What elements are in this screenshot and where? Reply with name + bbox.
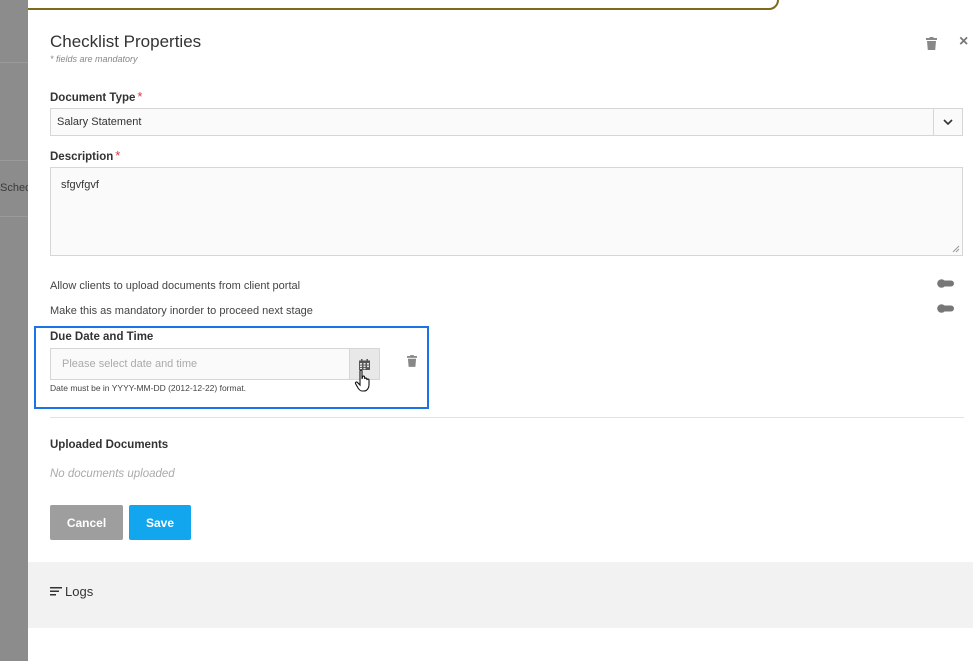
description-textarea[interactable]: sfgvfgvf — [50, 167, 963, 256]
background-divider — [0, 160, 28, 161]
required-asterisk: * — [115, 148, 121, 163]
checklist-properties-panel: Checklist Properties * fields are mandat… — [28, 11, 973, 661]
cancel-button[interactable]: Cancel — [50, 505, 123, 540]
due-date-placeholder: Please select date and time — [62, 358, 198, 370]
trash-icon — [926, 37, 937, 50]
description-value: sfgvfgvf — [61, 179, 99, 191]
section-divider — [50, 417, 964, 418]
due-date-input[interactable]: Please select date and time — [50, 348, 380, 380]
date-format-hint: Date must be in YYYY-MM-DD (2012-12-22) … — [50, 383, 247, 393]
toggle-label-mandatory: Make this as mandatory inorder to procee… — [50, 305, 313, 317]
trash-icon — [407, 355, 417, 367]
background-page: Sched — [0, 0, 28, 661]
due-date-label: Due Date and Time — [50, 331, 154, 343]
required-asterisk: * — [137, 89, 143, 104]
document-type-value: Salary Statement — [57, 116, 142, 128]
background-divider — [0, 62, 28, 63]
list-icon — [50, 587, 62, 596]
panel-title: Checklist Properties — [50, 32, 202, 51]
clear-due-date-button[interactable] — [407, 354, 417, 372]
logs-label: Logs — [65, 584, 94, 599]
delete-checklist-button[interactable] — [926, 37, 937, 55]
resize-handle-icon[interactable] — [951, 244, 960, 253]
document-type-select[interactable]: Salary Statement — [50, 108, 963, 136]
save-button[interactable]: Save — [129, 505, 191, 540]
mandatory-toggle[interactable] — [937, 304, 956, 313]
background-divider — [0, 216, 28, 217]
uploaded-documents-label: Uploaded Documents — [50, 439, 169, 451]
hand-cursor-icon — [354, 369, 370, 392]
client-upload-toggle[interactable] — [937, 279, 956, 288]
mandatory-fields-note: * fields are mandatory — [50, 54, 138, 64]
close-icon: × — [959, 33, 969, 50]
calendar-icon — [359, 358, 370, 370]
chevron-down-icon[interactable] — [933, 109, 962, 135]
document-type-label: Document Type * — [50, 89, 143, 104]
no-documents-text: No documents uploaded — [50, 468, 175, 480]
description-label: Description * — [50, 148, 121, 163]
background-tab-label: Sched — [0, 182, 28, 194]
background-search-pill — [0, 0, 779, 10]
toggle-label-client-upload: Allow clients to upload documents from c… — [50, 280, 301, 292]
logs-section[interactable]: Logs — [28, 562, 973, 628]
close-panel-button[interactable]: × — [959, 33, 968, 51]
